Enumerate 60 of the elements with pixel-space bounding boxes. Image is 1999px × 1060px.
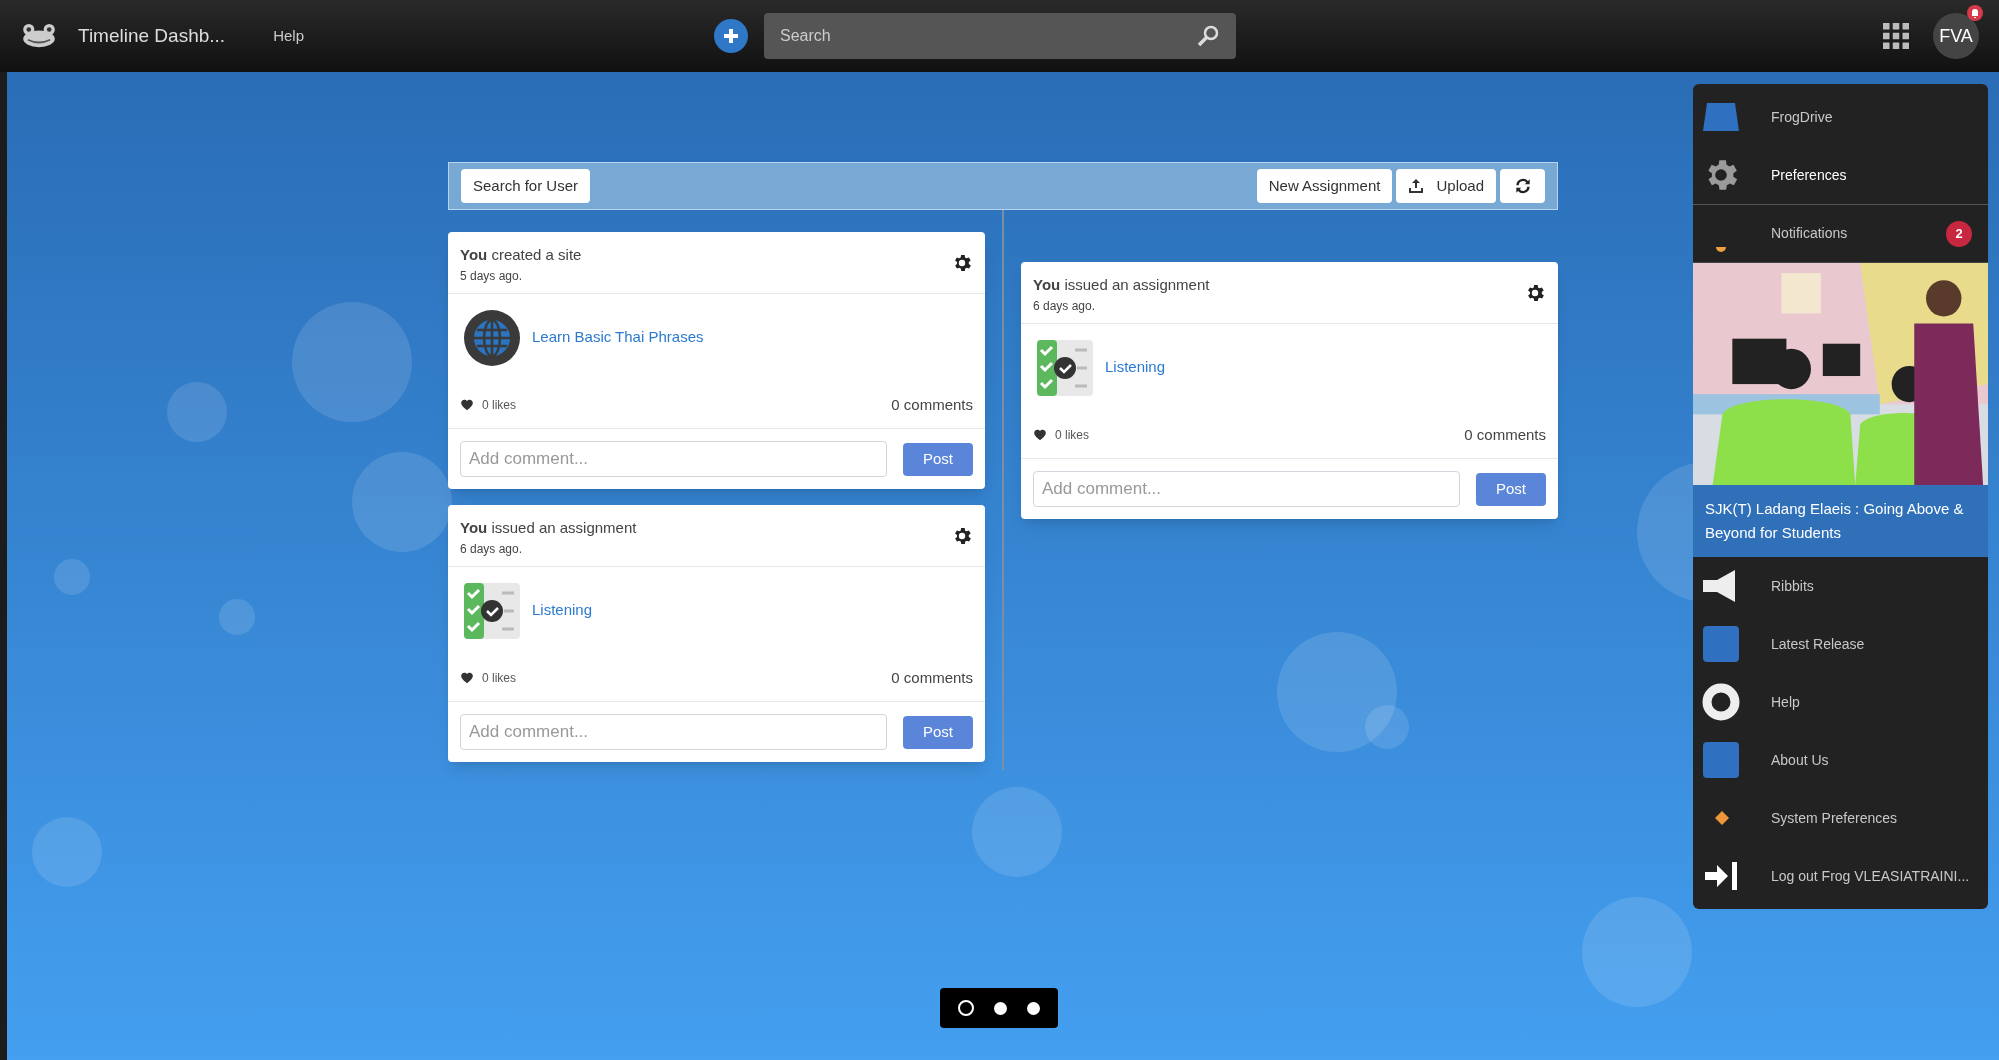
menu-item[interactable]: Ribbits [1693,557,1988,615]
menu-item[interactable]: FrogDrive [1693,88,1988,146]
search-user-button[interactable]: Search for User [461,169,591,203]
post-button[interactable]: Post [903,442,973,476]
new-assignment-button[interactable]: New Assignment [1256,169,1393,203]
bell-icon [1716,246,1726,252]
likes-count: 0 likes [482,396,516,414]
activity-time: 6 days ago. [460,540,524,558]
square-icon [1701,740,1741,780]
checklist-icon [464,582,520,639]
bokeh-circle [219,599,255,635]
bokeh-circle [32,817,102,887]
likes-count: 0 likes [482,669,516,687]
search-field[interactable]: Search [764,13,1236,59]
resource-link[interactable]: Listening [532,599,593,622]
help-link[interactable]: Help [273,24,304,48]
activity-text: You issued an assignment [460,518,637,538]
upload-button[interactable]: Upload [1396,169,1496,203]
activity-time: 6 days ago. [1033,297,1097,315]
globe-icon [464,309,520,366]
apps-grid-icon[interactable] [1883,23,1909,49]
menu-item[interactable]: Notifications 2 [1693,204,1988,262]
menu-item[interactable]: Help [1693,673,1988,731]
bokeh-circle [54,559,90,595]
resource-link[interactable]: Listening [1105,356,1166,379]
resource-link[interactable]: Learn Basic Thai Phrases [532,326,704,349]
bokeh-circle [167,382,227,442]
activity-text: You issued an assignment [1033,275,1210,295]
upload-icon [1408,178,1425,194]
square-icon [1701,624,1741,664]
comments-count[interactable]: 0 comments [891,666,973,689]
activity-time: 5 days ago. [460,267,524,285]
add-button[interactable] [714,19,748,53]
checklist-icon [1037,339,1093,396]
comment-field[interactable]: Add comment... [1033,471,1460,507]
menu-item[interactable]: System Preferences [1693,789,1988,847]
comments-count[interactable]: 0 comments [1464,423,1546,446]
search-icon[interactable] [1196,24,1220,48]
ring-icon [1701,682,1741,722]
dashboard-title[interactable]: Timeline Dashb... [78,21,226,51]
comment-field[interactable]: Add comment... [460,441,887,477]
refresh-button[interactable] [1500,169,1545,203]
post-button[interactable]: Post [903,715,973,749]
heart-icon[interactable] [1033,427,1047,442]
news-headline[interactable]: SJK(T) Ladang Elaeis : Going Above & Beyond for Students [1693,485,1988,557]
menu-item[interactable]: Latest Release [1693,615,1988,673]
menu-item[interactable]: About Us [1693,731,1988,789]
frog-logo-icon[interactable] [20,23,58,49]
plus-icon [723,28,739,44]
menu-item[interactable]: Log out Frog VLEASIATRAINI... [1693,847,1988,905]
post-button[interactable]: Post [1476,472,1546,506]
notification-badge: 2 [1946,220,1972,247]
comment-field[interactable]: Add comment... [460,714,887,750]
menu-item[interactable]: Preferences [1693,146,1988,204]
comments-count[interactable]: 0 comments [891,393,973,416]
likes-count: 0 likes [1055,426,1089,444]
activity-text: You created a site [460,245,582,265]
heart-icon[interactable] [460,397,474,412]
user-avatar[interactable]: FVA [1933,13,1979,59]
heart-icon[interactable] [460,670,474,685]
